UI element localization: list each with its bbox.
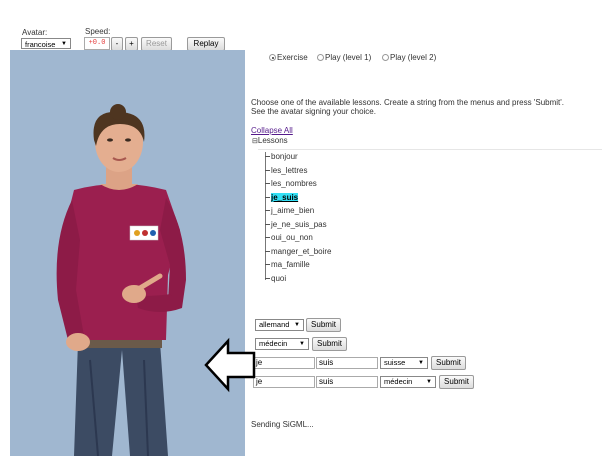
language-select-value: allemand [259, 320, 290, 329]
language-select[interactable]: allemand ▼ [255, 319, 304, 331]
lesson-item-manger-et-boire[interactable]: manger_et_boire [265, 247, 331, 257]
instructions-line-1: Choose one of the available lessons. Cre… [251, 98, 564, 107]
avatar-label: Avatar: [22, 28, 48, 37]
mode-label-play-level-2: Play (level 2) [390, 53, 437, 62]
speed-decrease-button[interactable]: - [111, 37, 123, 51]
lessons-root-label: Lessons [257, 136, 288, 145]
row1-complement-select[interactable]: suisse ▼ [380, 357, 428, 369]
speed-increase-button[interactable]: + [125, 37, 138, 51]
mode-radio-exercise[interactable] [269, 54, 276, 61]
submit-word-button[interactable]: Submit [312, 337, 347, 351]
lesson-item-bonjour[interactable]: bonjour [265, 152, 298, 162]
row2-subject-input[interactable]: je [253, 376, 315, 388]
lesson-item-ma-famille[interactable]: ma_famille [265, 260, 310, 270]
lesson-item-les-lettres[interactable]: les_lettres [265, 166, 307, 176]
word-select-value: médecin [259, 339, 288, 348]
row1-verb-input[interactable]: suis [316, 357, 378, 369]
lesson-item-les-nombres[interactable]: les_nombres [265, 179, 317, 189]
lessons-root[interactable]: ⊟Lessons [252, 136, 288, 145]
row2-complement-value: médecin [384, 377, 413, 386]
row1-complement-value: suisse [384, 358, 406, 367]
mode-label-exercise: Exercise [277, 53, 308, 62]
left-arrow-icon [204, 337, 256, 393]
chevron-down-icon: ▼ [426, 379, 432, 385]
lesson-item-oui-ou-non[interactable]: oui_ou_non [265, 233, 313, 243]
signing-avatar-figure [56, 104, 186, 456]
avatar-view [10, 50, 245, 456]
instructions-line-2: See the avatar signing your choice. [251, 107, 376, 116]
submit-language-button[interactable]: Submit [306, 318, 341, 332]
mode-label-play-level-1: Play (level 1) [325, 53, 372, 62]
mode-radio-play-level-2[interactable] [382, 54, 389, 61]
lesson-item-je-ne-suis-pas[interactable]: je_ne_suis_pas [265, 220, 327, 230]
avatar-select-value: francoise [25, 40, 56, 49]
speed-value: +0.0 [84, 37, 110, 50]
submit-row2-button[interactable]: Submit [439, 375, 474, 389]
row1-subject-input[interactable]: je [253, 357, 315, 369]
submit-row1-button[interactable]: Submit [431, 356, 466, 370]
chevron-down-icon: ▼ [299, 341, 305, 347]
reset-button[interactable]: Reset [141, 37, 172, 51]
lesson-item-je-suis[interactable]: je_suis [265, 192, 299, 203]
speed-label: Speed: [85, 27, 111, 36]
collapse-all-link[interactable]: Collapse All [251, 126, 293, 135]
row2-verb-input[interactable]: suis [316, 376, 378, 388]
chevron-down-icon: ▼ [61, 41, 67, 47]
mode-radio-play-level-1[interactable] [317, 54, 324, 61]
chevron-down-icon: ▼ [418, 360, 424, 366]
chevron-down-icon: ▼ [294, 322, 300, 328]
row2-complement-select[interactable]: médecin ▼ [380, 376, 436, 388]
lesson-item-quoi[interactable]: quoi [265, 274, 286, 284]
avatar-select[interactable]: francoise ▼ [21, 38, 71, 49]
replay-button[interactable]: Replay [187, 37, 225, 51]
lesson-item-j-aime-bien[interactable]: j_aime_bien [265, 206, 314, 216]
lessons-list: bonjour les_lettres les_nombres je_suis … [265, 150, 595, 284]
word-select[interactable]: médecin ▼ [255, 338, 309, 350]
status-text: Sending SiGML... [251, 420, 314, 429]
